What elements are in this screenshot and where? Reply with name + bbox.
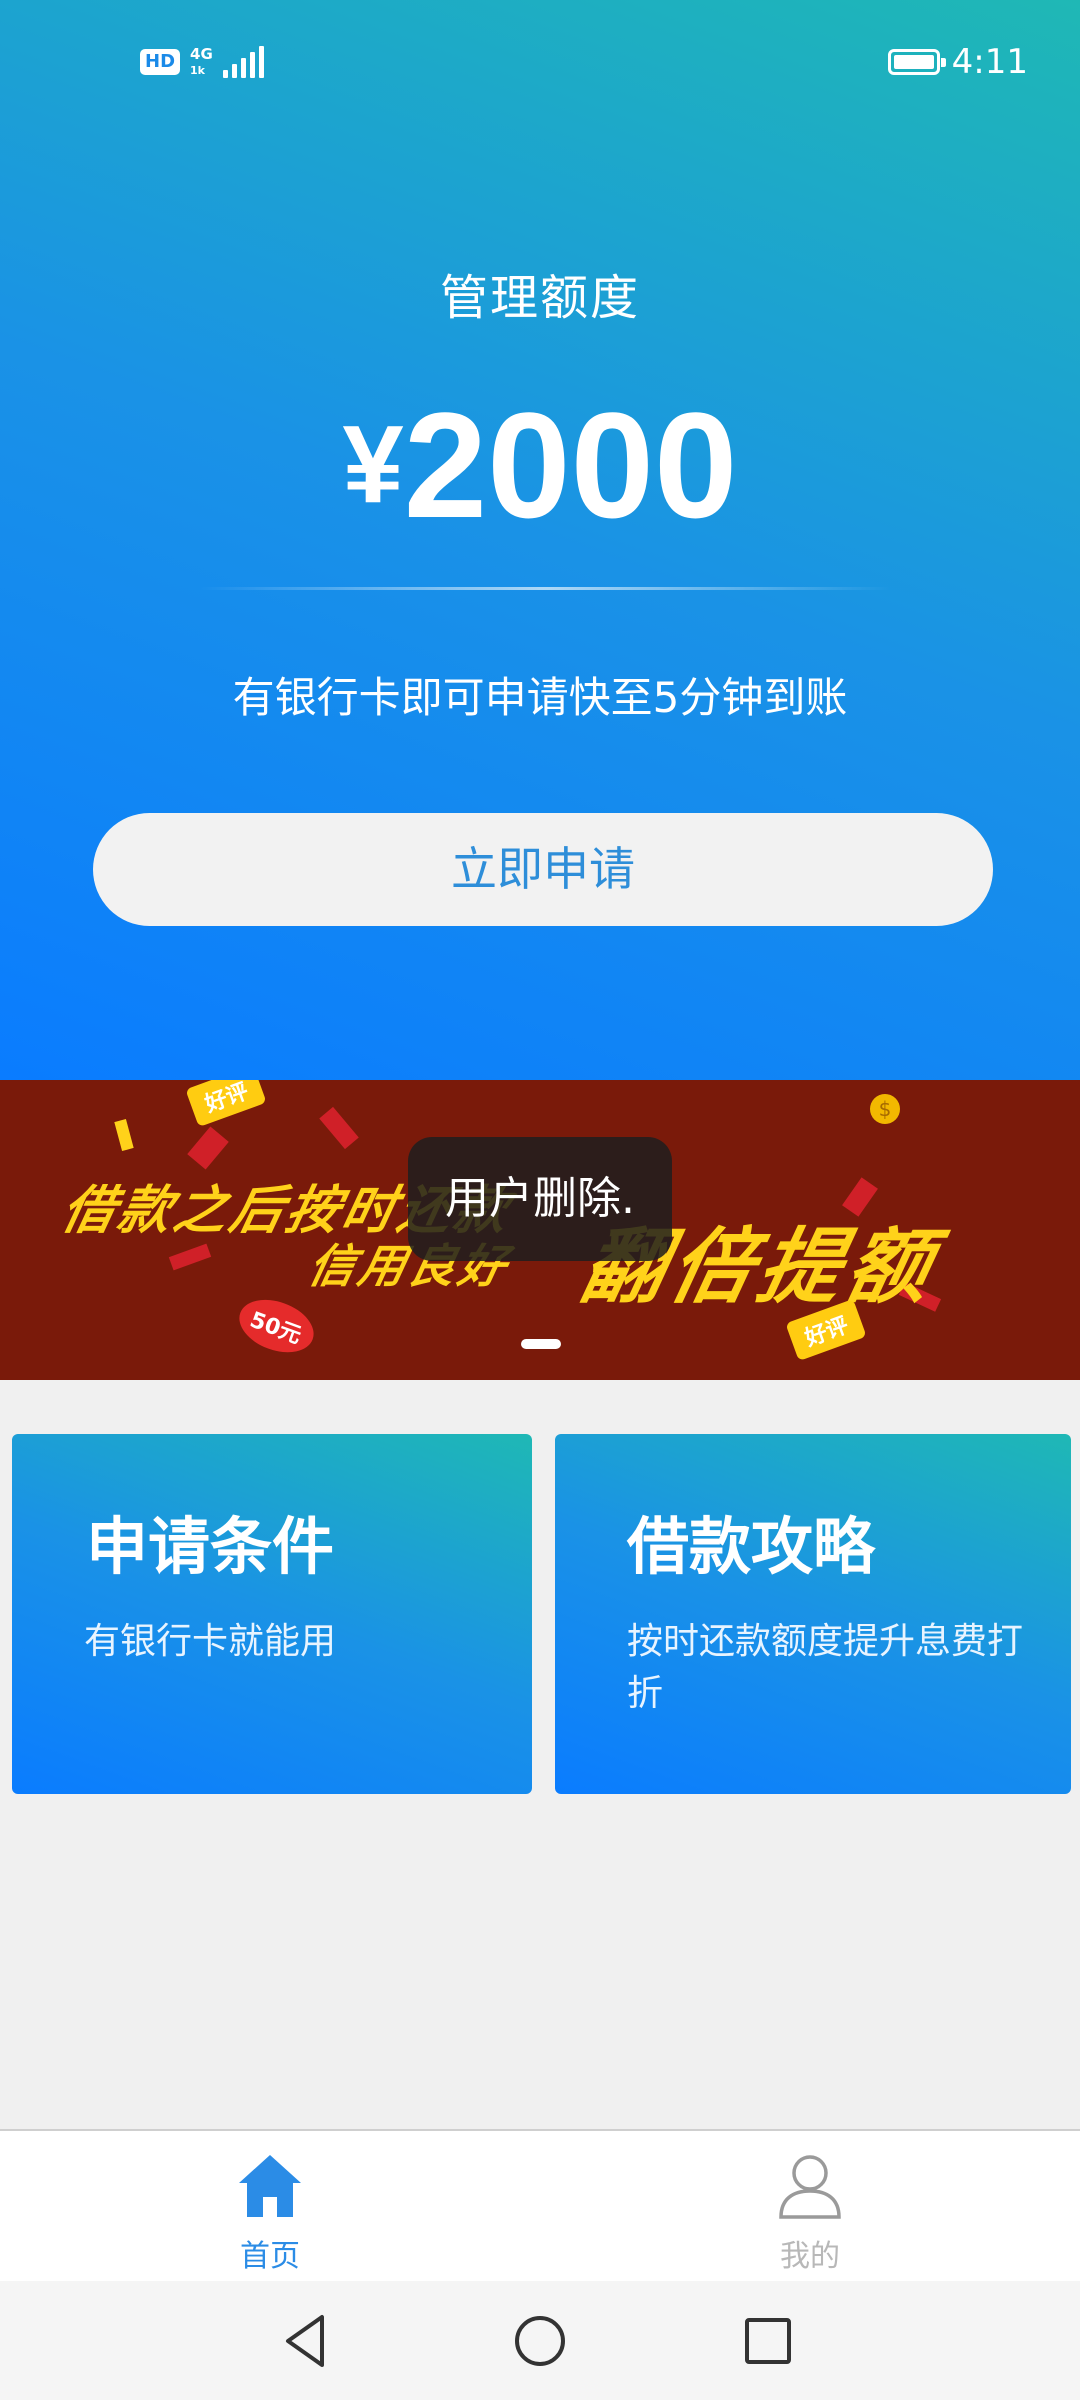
apply-conditions-card[interactable]: 申请条件 有银行卡就能用 bbox=[12, 1434, 532, 1794]
bottom-tab-bar: 首页 我的 bbox=[0, 2129, 1080, 2283]
tab-home-label: 首页 bbox=[240, 2239, 300, 2274]
card-title: 借款攻略 bbox=[627, 1510, 876, 1583]
loan-guide-card[interactable]: 借款攻略 按时还款额度提升息费打折 bbox=[555, 1434, 1071, 1794]
confetti-decoration bbox=[168, 1243, 212, 1271]
recent-square-icon[interactable] bbox=[738, 2311, 798, 2371]
limit-amount: ¥2000 bbox=[0, 380, 1080, 598]
confetti-decoration bbox=[187, 1126, 229, 1170]
card-description: 按时还款额度提升息费打折 bbox=[627, 1621, 1024, 1714]
currency-symbol: ¥ bbox=[342, 403, 404, 526]
signal-bars-icon bbox=[222, 46, 264, 78]
hero-subtitle: 有银行卡即可申请快至5分钟到账 bbox=[232, 673, 848, 722]
amount-value: 2000 bbox=[403, 381, 738, 549]
hd-badge: HD bbox=[140, 49, 181, 75]
status-left: HD 4G 1k bbox=[140, 46, 264, 78]
status-right: 4:11 bbox=[887, 42, 1028, 82]
home-icon bbox=[239, 2155, 301, 2217]
battery-icon bbox=[887, 49, 946, 75]
tab-mine[interactable]: 我的 bbox=[660, 2131, 960, 2283]
home-circle-icon[interactable] bbox=[510, 2311, 570, 2371]
network-type-label: 4G 1k bbox=[190, 44, 213, 78]
hero-divider bbox=[200, 587, 890, 590]
status-bar: HD 4G 1k 4:11 bbox=[0, 0, 1080, 130]
tab-mine-label: 我的 bbox=[780, 2239, 840, 2274]
user-icon bbox=[779, 2155, 841, 2219]
system-nav-bar bbox=[0, 2281, 1080, 2400]
confetti-decoration bbox=[114, 1118, 134, 1152]
coin-icon: $ bbox=[870, 1094, 900, 1124]
hero-section: HD 4G 1k 4:11 管理额度 ¥2000 有银行卡即可申请快至5分钟到账… bbox=[0, 0, 1080, 1080]
back-triangle-icon[interactable] bbox=[278, 2311, 338, 2371]
limit-title: 管理额度 bbox=[439, 270, 640, 326]
status-time: 4:11 bbox=[951, 42, 1028, 82]
card-title: 申请条件 bbox=[86, 1510, 335, 1583]
network-sub-label: 1k bbox=[190, 63, 205, 77]
card-description: 有银行卡就能用 bbox=[84, 1621, 337, 1662]
confetti-decoration bbox=[319, 1106, 359, 1150]
coupon-tag: 50元 bbox=[232, 1290, 321, 1362]
good-review-tag: 好评 bbox=[185, 1080, 267, 1128]
tab-home[interactable]: 首页 bbox=[120, 2131, 420, 2283]
network-label: 4G bbox=[190, 44, 213, 63]
toast-message: 用户删除. bbox=[408, 1137, 672, 1261]
banner-pager-dot[interactable] bbox=[521, 1339, 561, 1349]
apply-now-button[interactable]: 立即申请 bbox=[93, 813, 993, 926]
